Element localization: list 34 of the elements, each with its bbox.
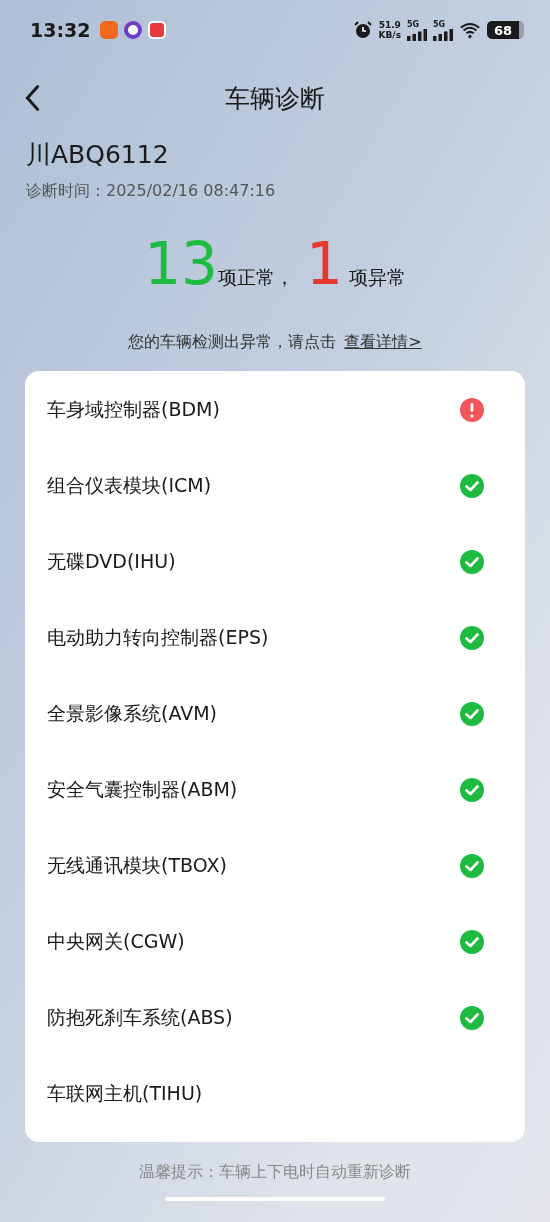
wifi-icon (459, 21, 481, 39)
module-name: 全景影像系统(AVM) (47, 700, 217, 726)
module-name: 无线通讯模块(TBOX) (47, 852, 227, 878)
abnormal-count: 1 (305, 232, 343, 296)
network-unit: KB/s (378, 30, 401, 40)
network-type: 5G (407, 19, 420, 29)
module-name: 车身域控制器(BDM) (47, 396, 220, 422)
module-name: 中央网关(CGW) (47, 928, 185, 954)
clock-time: 13:32 (30, 19, 91, 41)
tip-text: 温馨提示：车辆上下电时自动重新诊断 (138, 1162, 412, 1183)
app-icon (124, 21, 143, 39)
app-icon (100, 21, 119, 39)
normal-count: 13 (144, 232, 218, 296)
module-name: 防抱死刹车系统(ABS) (47, 1004, 233, 1030)
module-name: 安全气囊控制器(ABM) (47, 776, 238, 802)
page-title: 车辆诊断 (225, 82, 325, 115)
normal-label: 项正常， (217, 265, 294, 290)
license-plate: 川ABQ6112 (25, 139, 170, 171)
network-speed: 51.9 (378, 20, 401, 30)
signal-icon (433, 28, 453, 41)
module-name: 无碟DVD(IHU) (47, 548, 176, 574)
diagnosis-time: 诊断时间：2025/02/16 08:47:16 (25, 181, 277, 202)
notice-text: 您的车辆检测出异常，请点击 (128, 332, 337, 353)
network-type: 5G (433, 19, 446, 29)
alarm-icon (352, 20, 373, 40)
battery-level: 68 (493, 22, 513, 38)
module-name: 电动助力转向控制器(EPS) (47, 624, 269, 650)
details-link[interactable]: 查看详情> (344, 332, 422, 353)
module-name: 车联网主机(TIHU) (47, 1080, 203, 1106)
signal-icon (407, 28, 427, 41)
app-icon (148, 21, 167, 39)
module-name: 组合仪表模块(ICM) (47, 472, 212, 498)
back-icon[interactable] (24, 84, 40, 112)
abnormal-label: 项异常 (348, 265, 406, 290)
